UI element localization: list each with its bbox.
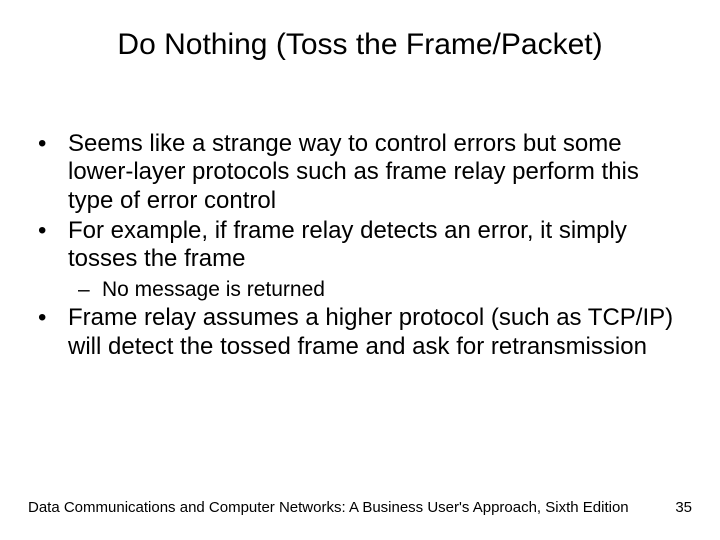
sub-bullet-text: No message is returned bbox=[102, 278, 325, 301]
page-number: 35 bbox=[675, 499, 692, 516]
slide: Do Nothing (Toss the Frame/Packet) Seems… bbox=[0, 0, 720, 540]
bullet-text: Frame relay assumes a higher protocol (s… bbox=[68, 304, 673, 359]
slide-body: Seems like a strange way to control erro… bbox=[28, 130, 680, 363]
bullet-item: For example, if frame relay detects an e… bbox=[28, 217, 680, 302]
bullet-text: Seems like a strange way to control erro… bbox=[68, 130, 639, 214]
sub-bullet-item: No message is returned bbox=[68, 278, 680, 303]
bullet-item: Frame relay assumes a higher protocol (s… bbox=[28, 304, 680, 361]
slide-title: Do Nothing (Toss the Frame/Packet) bbox=[0, 28, 720, 62]
bullet-list: Seems like a strange way to control erro… bbox=[28, 130, 680, 361]
bullet-text: For example, if frame relay detects an e… bbox=[68, 217, 627, 272]
bullet-item: Seems like a strange way to control erro… bbox=[28, 130, 680, 215]
sub-bullet-list: No message is returned bbox=[68, 278, 680, 303]
footer-source: Data Communications and Computer Network… bbox=[28, 499, 629, 516]
